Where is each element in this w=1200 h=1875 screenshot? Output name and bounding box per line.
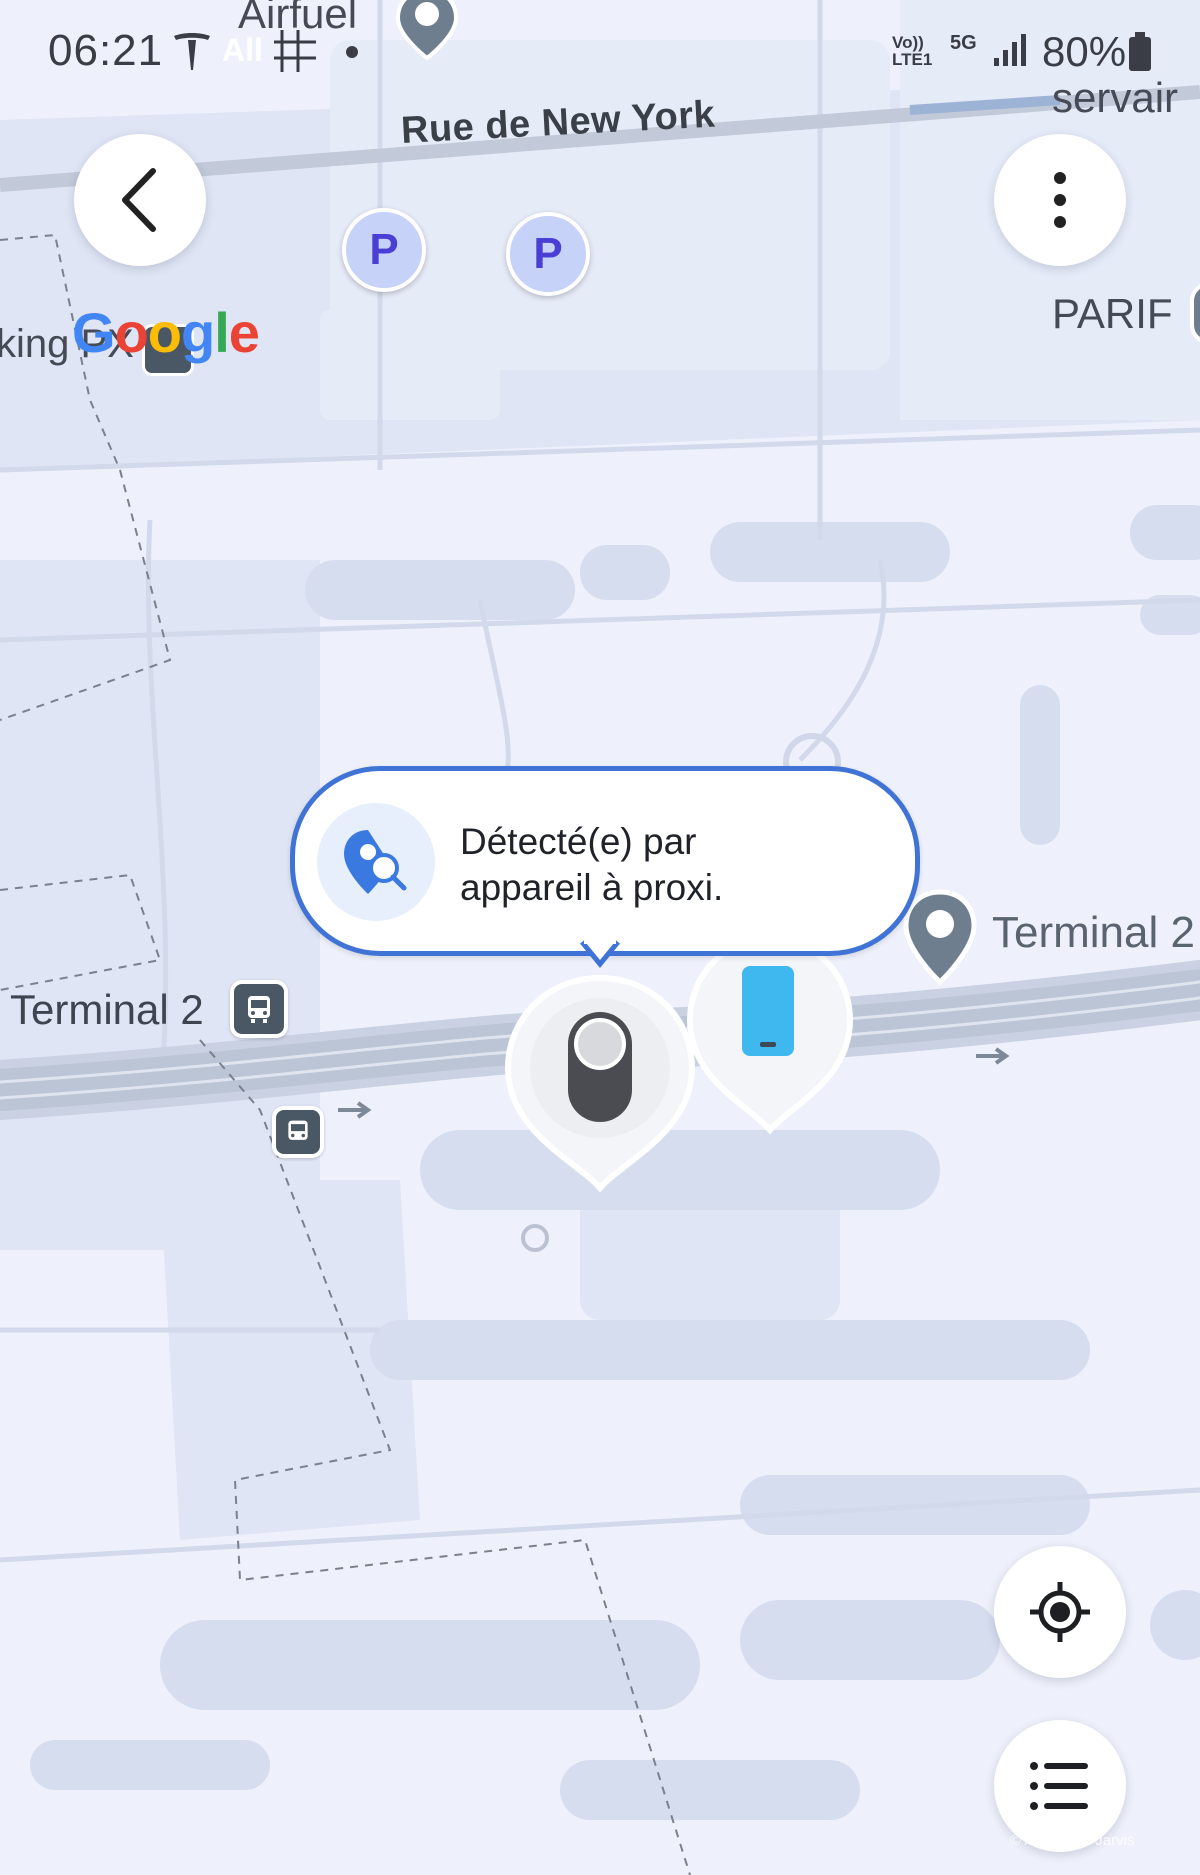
parking-marker-1[interactable]: P xyxy=(342,208,426,292)
status-time: 06:21 xyxy=(48,26,164,75)
parking-icon: P xyxy=(369,225,399,274)
poi-airfuel-label[interactable]: Airfuel xyxy=(238,0,357,38)
google-logo: Google xyxy=(72,301,260,364)
back-button[interactable] xyxy=(74,134,206,266)
my-location-icon xyxy=(1030,1582,1090,1642)
my-location-button[interactable] xyxy=(994,1546,1126,1678)
poi-airfuel-pin-icon[interactable] xyxy=(392,0,462,62)
tesla-logo-icon xyxy=(174,33,210,70)
signal-icon xyxy=(994,34,1026,66)
terminal2-station-label[interactable]: Terminal 2 xyxy=(10,986,204,1034)
bus-stop-icon[interactable] xyxy=(272,1106,324,1158)
volte-icon: Vo)) LTE1 xyxy=(892,33,933,69)
location-search-icon xyxy=(317,803,435,921)
status-bar: 06:21 All Vo)) LTE1 5G 80% xyxy=(0,0,1200,100)
phone-icon xyxy=(742,966,794,1056)
notification-dot-icon xyxy=(346,46,358,58)
traffic-arrow-icon xyxy=(976,1047,1010,1065)
popup-line-2: appareil à proxi. xyxy=(460,867,724,908)
more-options-button[interactable] xyxy=(994,134,1126,266)
phone-location-marker[interactable] xyxy=(680,930,860,1136)
tag-location-marker[interactable] xyxy=(500,972,700,1194)
poi-parif-label[interactable]: PARIF xyxy=(1052,290,1173,338)
map-attribution: © Aéroport · Jarvis xyxy=(1010,1832,1135,1849)
popup-message: Détecté(e) par appareil à proxi. xyxy=(460,819,900,911)
battery-percent: 80% xyxy=(1042,28,1127,75)
battery-icon xyxy=(1129,32,1151,71)
popup-line-1: Détecté(e) par xyxy=(460,821,697,862)
parking-marker-2[interactable]: P xyxy=(506,212,590,296)
traffic-arrow-icon xyxy=(338,1101,372,1119)
detection-status-popup[interactable]: Détecté(e) par appareil à proxi. xyxy=(290,766,920,956)
5g-icon: 5G xyxy=(950,32,977,54)
bus-station-icon[interactable] xyxy=(230,980,288,1038)
popup-tail xyxy=(580,940,620,968)
smarttag-icon xyxy=(568,1012,632,1122)
more-vert-icon xyxy=(1054,172,1066,228)
parking-icon: P xyxy=(533,229,563,278)
poi-servair-label[interactable]: servair xyxy=(1052,74,1178,122)
list-icon xyxy=(1030,1762,1088,1810)
chevron-left-icon xyxy=(122,168,156,232)
poi-terminal2-label[interactable]: Terminal 2 xyxy=(992,908,1195,958)
